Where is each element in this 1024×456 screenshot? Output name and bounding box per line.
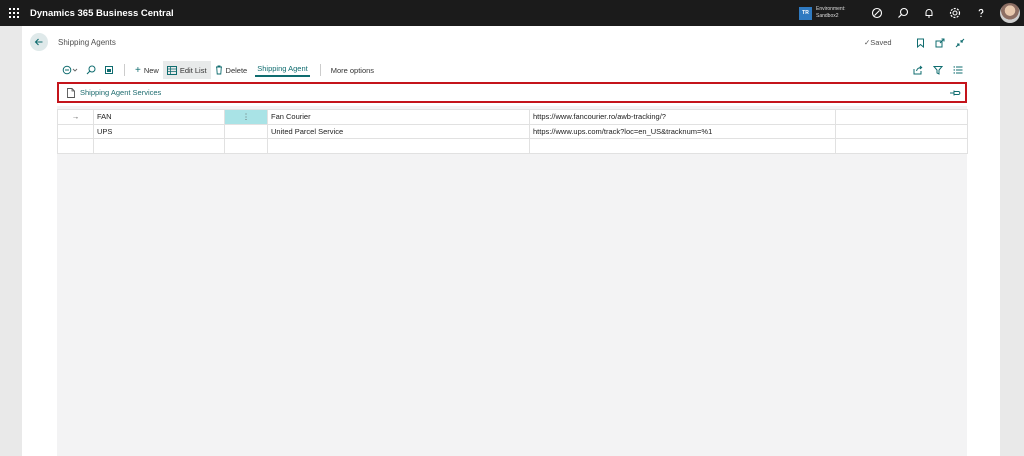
tab-shipping-agent[interactable]: Shipping Agent — [255, 63, 310, 77]
name-cell[interactable]: Fan Courier — [267, 109, 530, 125]
edit-list-icon — [166, 65, 177, 75]
delete-button[interactable]: Delete — [211, 61, 252, 79]
back-button[interactable] — [30, 33, 48, 51]
analysis-mode-button[interactable] — [100, 61, 118, 79]
empty-cell[interactable] — [835, 138, 968, 154]
tracking-url-cell[interactable]: https://www.ups.com/track?loc=en_US&trac… — [529, 123, 836, 139]
filter-icon[interactable] — [928, 61, 948, 79]
shipping-agent-services-label[interactable]: Shipping Agent Services — [80, 88, 161, 97]
table-row[interactable]: → FAN ⋮ Fan Courier https://www.fancouri… — [57, 109, 968, 125]
row-menu-cell[interactable] — [224, 123, 268, 139]
empty-cell[interactable] — [835, 123, 968, 139]
search-list-button[interactable] — [82, 61, 100, 79]
row-indicator — [57, 123, 94, 139]
app-top-bar: Dynamics 365 Business Central TR Environ… — [0, 0, 1024, 26]
page-shipping-agents: Shipping Agents ✓Saved + New Edit List D… — [22, 26, 1000, 456]
list-view-icon[interactable] — [948, 61, 968, 79]
search-icon[interactable] — [890, 0, 916, 26]
search-icon — [86, 65, 96, 75]
document-icon — [67, 87, 76, 98]
name-cell[interactable] — [267, 138, 530, 154]
divider — [319, 64, 321, 76]
shipping-agent-services-part[interactable]: Shipping Agent Services — [57, 82, 967, 103]
tracking-url-cell[interactable]: https://www.fancourier.ro/awb-tracking/? — [529, 109, 836, 125]
delete-label: Delete — [225, 65, 248, 75]
environment-label: Environment: — [816, 6, 846, 12]
arrow-left-icon — [34, 38, 43, 46]
saved-label: Saved — [870, 38, 892, 47]
more-options-button[interactable]: More options — [327, 61, 378, 79]
share-icon[interactable] — [908, 61, 928, 79]
current-row-indicator: → — [57, 109, 94, 125]
empty-cell[interactable] — [835, 109, 968, 125]
action-bar: + New Edit List Delete Shipping Agent Mo… — [58, 61, 968, 79]
trash-icon — [215, 65, 222, 75]
plus-icon: + — [135, 64, 141, 76]
user-avatar[interactable] — [1000, 3, 1020, 23]
help-icon[interactable] — [968, 0, 994, 26]
environment-name: Sandbox2 — [816, 13, 839, 19]
environment-info[interactable]: Environment: Sandbox2 — [816, 6, 852, 20]
code-cell[interactable] — [93, 138, 225, 154]
code-cell[interactable]: FAN — [93, 109, 225, 125]
open-new-window-icon[interactable] — [930, 36, 950, 50]
edit-list-label: Edit List — [179, 65, 207, 75]
tracking-url-cell[interactable] — [529, 138, 836, 154]
row-indicator — [57, 138, 94, 154]
app-launcher-icon[interactable] — [0, 0, 28, 26]
app-name[interactable]: Dynamics 365 Business Central — [30, 8, 174, 19]
new-button[interactable]: + New — [131, 61, 163, 79]
name-cell[interactable]: United Parcel Service — [267, 123, 530, 139]
edit-list-button[interactable]: Edit List — [162, 61, 211, 79]
settings-gear-icon[interactable] — [942, 0, 968, 26]
shipping-agents-table: → FAN ⋮ Fan Courier https://www.fancouri… — [57, 109, 968, 154]
code-cell[interactable]: UPS — [93, 123, 225, 139]
list-grid-area: → FAN ⋮ Fan Courier https://www.fancouri… — [57, 106, 968, 456]
new-label: New — [143, 65, 159, 75]
views-icon — [62, 65, 78, 75]
row-menu-cell[interactable] — [224, 138, 268, 154]
bookmark-icon[interactable] — [910, 36, 930, 50]
table-row[interactable] — [57, 138, 968, 154]
row-menu-button[interactable]: ⋮ — [224, 109, 268, 125]
environment-badge[interactable]: TR — [799, 6, 812, 20]
saved-status: ✓Saved — [864, 38, 892, 47]
notifications-bell-icon[interactable] — [916, 0, 942, 26]
page-title: Shipping Agents — [58, 38, 116, 47]
table-row[interactable]: UPS United Parcel Service https://www.up… — [57, 123, 968, 139]
views-button[interactable] — [58, 61, 82, 79]
analysis-icon — [105, 66, 113, 74]
collapse-icon[interactable] — [950, 36, 970, 50]
pin-icon[interactable] — [949, 88, 961, 98]
copilot-icon[interactable] — [864, 0, 890, 26]
divider — [124, 64, 125, 76]
